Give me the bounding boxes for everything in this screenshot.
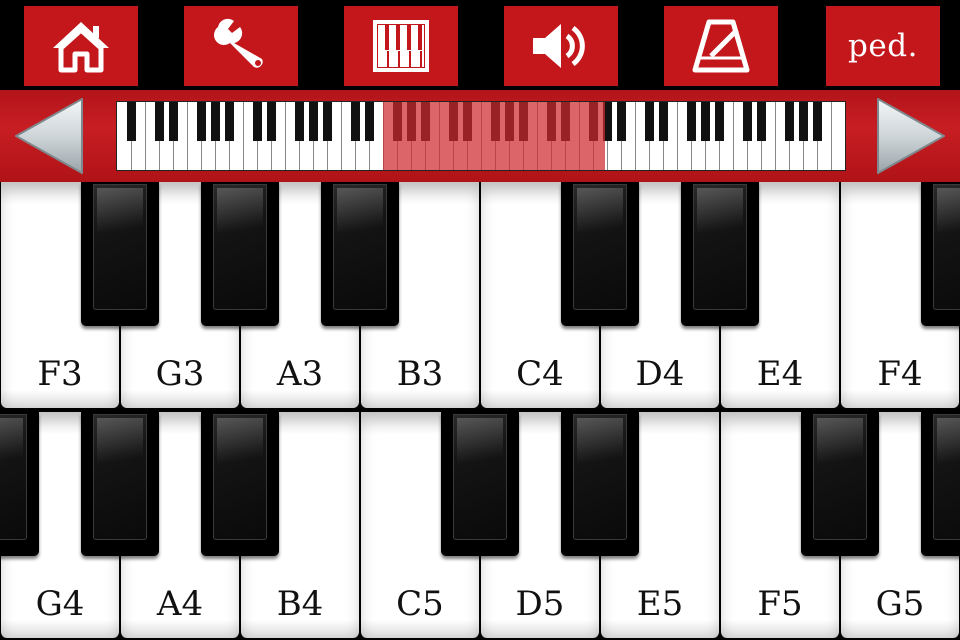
black-key-face: [813, 414, 867, 540]
mini-white-key-divider: [341, 102, 342, 170]
settings-button[interactable]: [184, 6, 298, 86]
wrench-icon: [214, 18, 263, 68]
mini-black-key: [294, 102, 304, 142]
mini-black-key: [196, 102, 206, 142]
black-key-face: [933, 184, 960, 310]
mini-white-key-divider: [733, 102, 734, 170]
black-key-face: [93, 414, 147, 540]
pedal-button[interactable]: ped.: [826, 6, 940, 86]
mini-black-key: [812, 102, 822, 142]
key-label: A4: [156, 584, 204, 624]
key-label: D5: [515, 584, 565, 624]
home-button[interactable]: [24, 6, 138, 86]
black-key[interactable]: [921, 182, 960, 326]
right-arrow-icon: [877, 98, 945, 174]
black-key[interactable]: [561, 182, 639, 326]
mini-black-key: [686, 102, 696, 142]
black-key[interactable]: [441, 412, 519, 556]
key-label: B3: [396, 354, 444, 394]
black-key-face: [573, 414, 627, 540]
black-key[interactable]: [681, 182, 759, 326]
keyboard-layout-button[interactable]: [344, 6, 458, 86]
mini-black-key: [168, 102, 178, 142]
key-label: D4: [635, 354, 685, 394]
black-key[interactable]: [321, 182, 399, 326]
mini-black-key: [322, 102, 332, 142]
black-key-face: [213, 414, 267, 540]
mini-black-key: [756, 102, 766, 142]
home-icon: [53, 22, 109, 73]
scroll-right-button[interactable]: [874, 95, 948, 177]
scroll-left-button[interactable]: [12, 95, 86, 177]
mini-black-key: [308, 102, 318, 142]
mini-black-key: [784, 102, 794, 142]
mini-black-key: [126, 102, 136, 142]
key-label: G3: [155, 354, 205, 394]
key-label: F4: [877, 354, 923, 394]
metronome-button[interactable]: [664, 6, 778, 86]
key-label: E4: [756, 354, 804, 394]
black-key-face: [693, 184, 747, 310]
key-label: G5: [875, 584, 925, 624]
mini-white-key-divider: [285, 102, 286, 170]
mini-black-key: [350, 102, 360, 142]
key-label: C5: [396, 584, 444, 624]
key-label: A3: [276, 354, 324, 394]
mini-white-key-divider: [187, 102, 188, 170]
mini-white-key-divider: [677, 102, 678, 170]
mini-black-key: [658, 102, 668, 142]
mini-white-key-divider: [635, 102, 636, 170]
keyboard-row-2: G4 A4 B4 C5 D5 E5 F5 G5: [0, 412, 960, 640]
mini-black-key: [364, 102, 374, 142]
pedal-label: ped.: [848, 28, 918, 64]
black-key[interactable]: [0, 412, 39, 556]
black-key-face: [213, 184, 267, 310]
sound-button[interactable]: [504, 6, 618, 86]
key-label: F5: [757, 584, 803, 624]
left-arrow-icon: [15, 98, 83, 174]
mini-black-key: [700, 102, 710, 142]
key-label: G4: [35, 584, 85, 624]
mini-white-key-divider: [831, 102, 832, 170]
speaker-icon: [533, 24, 585, 68]
mini-black-key: [742, 102, 752, 142]
key-label: E5: [636, 584, 684, 624]
black-key[interactable]: [561, 412, 639, 556]
black-key-face: [333, 184, 387, 310]
black-key-face: [93, 184, 147, 310]
black-key[interactable]: [201, 412, 279, 556]
visible-range-selector[interactable]: [382, 102, 605, 170]
black-key-face: [0, 414, 27, 540]
key-label: B4: [276, 584, 324, 624]
mini-white-key-divider: [243, 102, 244, 170]
metronome-icon: [692, 19, 750, 73]
mini-black-key: [224, 102, 234, 142]
mini-black-key: [798, 102, 808, 142]
black-key[interactable]: [921, 412, 960, 556]
mini-white-key-divider: [145, 102, 146, 170]
mini-black-key: [714, 102, 724, 142]
black-key[interactable]: [201, 182, 279, 326]
mini-black-key: [252, 102, 262, 142]
black-key[interactable]: [801, 412, 879, 556]
black-key-face: [573, 184, 627, 310]
black-key[interactable]: [81, 182, 159, 326]
key-label: C4: [516, 354, 564, 394]
toolbar: ped.: [0, 0, 960, 90]
mini-black-key: [210, 102, 220, 142]
piano-keys-icon: [373, 20, 429, 72]
mini-keyboard-navigator[interactable]: [116, 101, 846, 171]
key-label: F3: [37, 354, 83, 394]
keyboard-row-1: F3 G3 A3 B3 C4 D4 E4 F4: [0, 182, 960, 410]
mini-black-key: [644, 102, 654, 142]
mini-black-key: [266, 102, 276, 142]
black-key-face: [933, 414, 960, 540]
black-key-face: [453, 414, 507, 540]
mini-black-key: [616, 102, 626, 142]
mini-white-key-divider: [775, 102, 776, 170]
black-key[interactable]: [81, 412, 159, 556]
mini-black-key: [154, 102, 164, 142]
